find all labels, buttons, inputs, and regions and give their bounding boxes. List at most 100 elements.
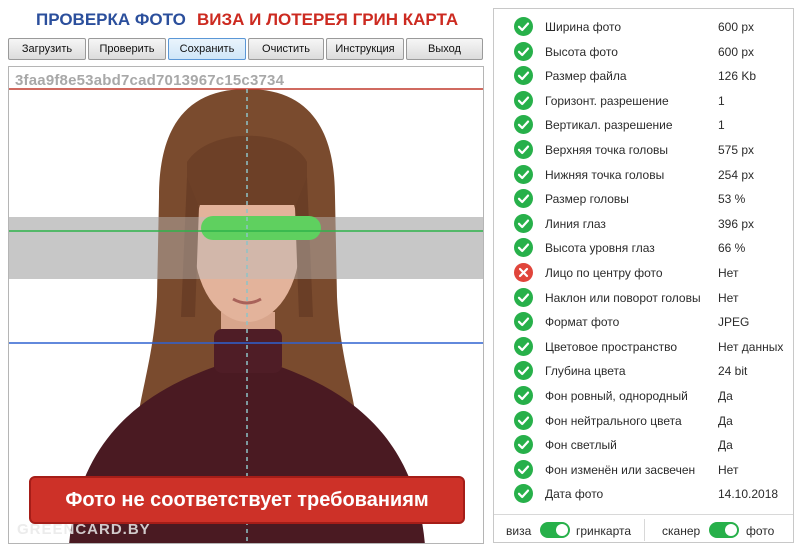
check-value: Нет [718, 290, 739, 305]
exit-button[interactable]: Выход [406, 38, 483, 60]
check-row: Линия глаз 396 px [494, 212, 793, 236]
checks-panel: Ширина фото 600 px Высота фото 600 px Размер… [493, 8, 794, 543]
check-ok-icon [514, 140, 533, 159]
app-header: ПРОВЕРКА ФОТО ВИЗА И ЛОТЕРЕЯ ГРИН КАРТА [0, 8, 488, 32]
check-row: Размер головы 53 % [494, 187, 793, 211]
check-row: Высота фото 600 px [494, 40, 793, 64]
check-row: Высота уровня глаз 66 % [494, 236, 793, 260]
check-value: 1 [718, 93, 725, 108]
check-value: 14.10.2018 [718, 487, 779, 502]
check-ok-icon [514, 336, 533, 356]
check-value: 600 px [718, 20, 755, 34]
app-subtitle: ВИЗА И ЛОТЕРЕЯ ГРИН КАРТА [197, 10, 459, 29]
check-label: Фон изменён или засвечен [545, 462, 696, 477]
check-row: Фон светлый Да [494, 433, 793, 457]
visa-label: виза [506, 524, 532, 538]
check-label: Линия глаз [545, 216, 606, 231]
visa-greencard-toggle[interactable] [540, 522, 570, 538]
check-label: Фон нейтрального цвета [545, 413, 682, 428]
check-ok-icon [514, 361, 533, 381]
check-label: Размер файла [545, 69, 627, 84]
check-row: Нижняя точка головы 254 px [494, 163, 793, 187]
check-ok-icon [514, 459, 533, 479]
greencard-label: гринкарта [576, 524, 632, 538]
photo-label: фото [746, 524, 775, 538]
check-row: Верхняя точка головы 575 px [494, 138, 793, 162]
check-label: Размер головы [545, 192, 629, 207]
check-value: 600 px [718, 44, 755, 59]
check-value: Да [718, 438, 733, 453]
check-value: 575 px [718, 143, 755, 157]
check-fail-icon [514, 263, 533, 282]
check-label: Формат фото [545, 315, 620, 330]
check-row: Размер файла 126 Kb [494, 64, 793, 88]
check-label: Наклон или поворот головы [545, 290, 701, 305]
check-row: Вертикал. разрешение 1 [494, 113, 793, 137]
check-label: Вертикал. разрешение [545, 118, 673, 133]
warning-banner: Фото не соответствует требованиям [29, 476, 465, 524]
check-row: Фон ровный, однородный Да [494, 384, 793, 408]
check-value: 1 [718, 118, 725, 133]
check-row: Фон изменён или засвечен Нет [494, 458, 793, 482]
check-ok-icon [514, 484, 533, 504]
check-value: Нет данных [718, 339, 784, 354]
portrait-photo [9, 88, 483, 543]
photo-preview: 3faa9f8e53abd7cad7013967c15c3734 Фото не… [8, 66, 484, 544]
check-row: Горизонт. разрешение 1 [494, 89, 793, 113]
check-label: Нижняя точка головы [545, 167, 665, 182]
check-ok-icon [514, 66, 533, 86]
check-row: Лицо по центру фото Нет [494, 261, 793, 285]
check-ok-icon [514, 189, 533, 209]
check-value: Да [718, 413, 733, 428]
mode-toggles: виза гринкарта сканер фото [494, 514, 793, 543]
check-row: Фон нейтрального цвета Да [494, 409, 793, 433]
check-label: Высота уровня глаз [545, 241, 655, 256]
check-row: Ширина фото 600 px [494, 15, 793, 39]
check-ok-icon [514, 410, 533, 430]
load-button[interactable]: Загрузить [8, 38, 86, 60]
watermark: GREENCARD.BY [17, 521, 151, 538]
check-ok-icon [514, 312, 533, 332]
check-label: Верхняя точка головы [545, 143, 669, 157]
check-label: Фон ровный, однородный [545, 389, 688, 403]
check-value: 254 px [718, 167, 755, 182]
save-button[interactable]: Сохранить [168, 38, 246, 60]
check-ok-icon [514, 435, 533, 455]
check-label: Ширина фото [545, 20, 622, 34]
eye-mask [201, 216, 321, 240]
check-row: Глубина цвета 24 bit [494, 359, 793, 383]
check-row: Дата фото 14.10.2018 [494, 482, 793, 506]
check-ok-icon [514, 287, 533, 307]
check-ok-icon [514, 386, 533, 405]
instruction-button[interactable]: Инструкция [326, 38, 404, 60]
toggle-divider [644, 519, 645, 541]
check-label: Цветовое пространство [545, 339, 678, 354]
scanner-photo-toggle[interactable] [709, 522, 739, 538]
check-label: Фон светлый [545, 438, 617, 453]
app-title: ПРОВЕРКА ФОТО [36, 10, 186, 29]
photo-hash: 3faa9f8e53abd7cad7013967c15c3734 [15, 72, 285, 89]
check-label: Лицо по центру фото [545, 266, 663, 280]
check-label: Глубина цвета [545, 364, 626, 379]
check-value: Нет [718, 266, 739, 280]
clear-button[interactable]: Очистить [248, 38, 324, 60]
check-ok-icon [514, 17, 533, 36]
check-ok-icon [514, 41, 533, 61]
check-ok-icon [514, 238, 533, 258]
check-button[interactable]: Проверить [88, 38, 166, 60]
check-label: Высота фото [545, 44, 618, 59]
check-label: Горизонт. разрешение [545, 93, 669, 108]
check-label: Дата фото [545, 487, 604, 502]
scanner-label: сканер [662, 524, 701, 538]
check-row: Цветовое пространство Нет данных [494, 335, 793, 359]
check-ok-icon [514, 164, 533, 184]
check-ok-icon [514, 213, 533, 233]
check-value: Да [718, 389, 733, 403]
check-value: 126 Kb [718, 69, 757, 84]
check-value: 66 % [718, 241, 746, 256]
check-ok-icon [514, 90, 533, 110]
check-value: 396 px [718, 216, 755, 231]
check-value: 24 bit [718, 364, 748, 379]
check-ok-icon [514, 115, 533, 135]
check-row: Наклон или поворот головы Нет [494, 286, 793, 310]
